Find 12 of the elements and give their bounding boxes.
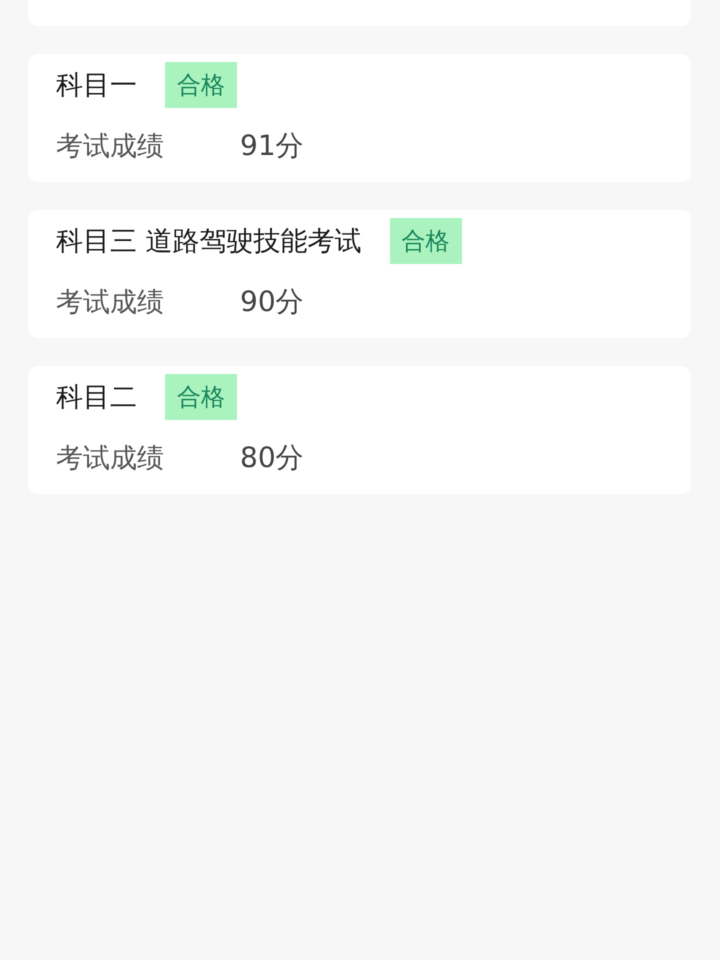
subject-title: 科目二 (56, 381, 137, 415)
subject-title: 科目一 (56, 69, 137, 103)
status-badge: 合格 (165, 374, 237, 420)
score-label: 考试成绩 (56, 442, 165, 476)
score-label: 考试成绩 (56, 130, 165, 164)
status-badge: 合格 (165, 62, 237, 108)
score-value: 90分 (240, 284, 304, 320)
score-label: 考试成绩 (56, 286, 165, 320)
score-value: 91分 (240, 128, 304, 164)
subject-title: 科目三 道路驾驶技能考试 (56, 225, 362, 259)
score-value: 80分 (240, 440, 304, 476)
status-badge: 合格 (390, 218, 462, 264)
